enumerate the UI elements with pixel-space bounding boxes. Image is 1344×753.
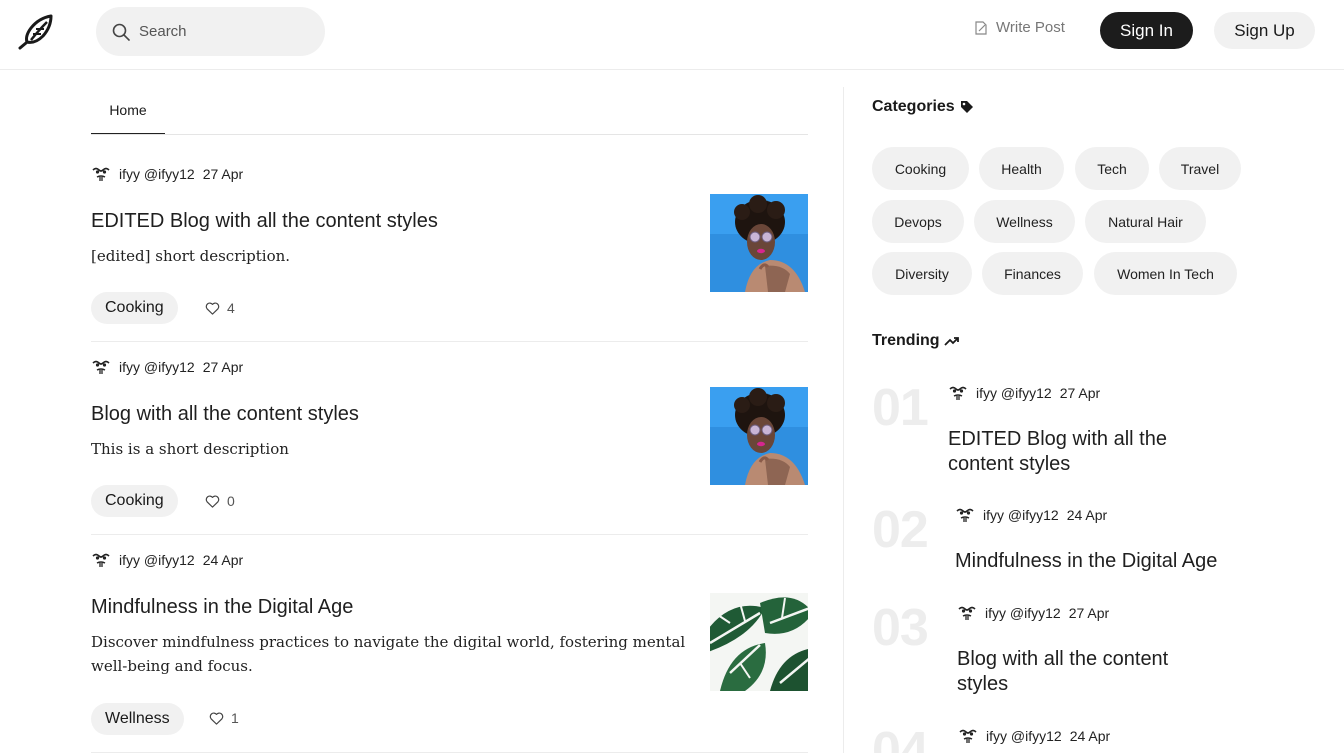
trending-number: 01 xyxy=(872,379,929,437)
trending-author[interactable]: ifyy @ifyy12 xyxy=(985,605,1061,621)
like-count: 1 xyxy=(231,710,239,726)
trending-title[interactable]: Mindfulness in the Digital Age xyxy=(955,549,1255,574)
post-title[interactable]: Mindfulness in the Digital Age xyxy=(91,596,353,619)
avatar-icon xyxy=(955,505,975,525)
heart-icon xyxy=(209,711,224,726)
trending-title[interactable]: Blog with all the content styles xyxy=(957,647,1217,697)
trending-date: 24 Apr xyxy=(1069,728,1111,744)
tab-home[interactable]: Home xyxy=(91,90,165,134)
trending-meta: ifyy @ifyy12 24 Apr xyxy=(958,726,1110,746)
post-thumbnail[interactable] xyxy=(710,194,808,292)
category-pill[interactable]: Natural Hair xyxy=(1085,200,1206,243)
avatar-icon xyxy=(958,726,978,746)
post-thumbnail[interactable] xyxy=(710,387,808,485)
post-title[interactable]: EDITED Blog with all the content styles xyxy=(91,210,438,233)
post-date: 27 Apr xyxy=(202,359,244,375)
feather-logo-icon[interactable] xyxy=(17,12,57,50)
like-button[interactable]: 4 xyxy=(205,300,235,316)
post-meta: ifyy @ifyy12 24 Apr xyxy=(91,550,243,570)
feed-tabs: Home xyxy=(91,90,808,135)
post-author[interactable]: ifyy @ifyy12 xyxy=(119,359,195,375)
sign-in-button[interactable]: Sign In xyxy=(1100,12,1193,49)
post-author[interactable]: ifyy @ifyy12 xyxy=(119,166,195,182)
like-count: 0 xyxy=(227,493,235,509)
search-icon xyxy=(112,23,130,41)
post-meta: ifyy @ifyy12 27 Apr xyxy=(91,357,243,377)
trending-meta: ifyy @ifyy12 27 Apr xyxy=(957,603,1109,623)
avatar-icon xyxy=(91,357,111,377)
category-pill[interactable]: Devops xyxy=(872,200,964,243)
avatar-icon xyxy=(91,164,111,184)
category-pill[interactable]: Health xyxy=(979,147,1064,190)
post-card: ifyy @ifyy12 27 Apr Blog with all the co… xyxy=(91,342,808,535)
like-count: 4 xyxy=(227,300,235,316)
categories-heading: Categories xyxy=(872,98,975,116)
trending-number: 03 xyxy=(872,599,929,657)
write-post-label: Write Post xyxy=(996,19,1065,36)
post-tag[interactable]: Cooking xyxy=(91,485,178,517)
trending-number: 04 xyxy=(872,722,929,753)
trending-author[interactable]: ifyy @ifyy12 xyxy=(976,385,1052,401)
post-card: ifyy @ifyy12 27 Apr EDITED Blog with all… xyxy=(91,149,808,342)
heart-icon xyxy=(205,494,220,509)
trending-date: 27 Apr xyxy=(1059,385,1101,401)
category-pill[interactable]: Women In Tech xyxy=(1094,252,1237,295)
post-author[interactable]: ifyy @ifyy12 xyxy=(119,552,195,568)
like-button[interactable]: 1 xyxy=(209,710,239,726)
trending-date: 27 Apr xyxy=(1068,605,1110,621)
heart-icon xyxy=(205,301,220,316)
search-input[interactable] xyxy=(139,23,309,40)
tag-icon xyxy=(960,101,973,113)
post-description: This is a short description xyxy=(91,440,289,458)
like-button[interactable]: 0 xyxy=(205,493,235,509)
category-pill[interactable]: Finances xyxy=(982,252,1083,295)
post-tag[interactable]: Cooking xyxy=(91,292,178,324)
trending-meta: ifyy @ifyy12 24 Apr xyxy=(955,505,1107,525)
post-meta: ifyy @ifyy12 27 Apr xyxy=(91,164,243,184)
post-date: 24 Apr xyxy=(202,552,244,568)
trending-author[interactable]: ifyy @ifyy12 xyxy=(986,728,1062,744)
avatar-icon xyxy=(948,383,968,403)
post-description: Discover mindfulness practices to naviga… xyxy=(91,633,686,675)
trending-author[interactable]: ifyy @ifyy12 xyxy=(983,507,1059,523)
write-icon xyxy=(975,20,987,35)
category-pill[interactable]: Wellness xyxy=(974,200,1075,243)
avatar-icon xyxy=(91,550,111,570)
post-date: 27 Apr xyxy=(202,166,244,182)
category-pill[interactable]: Travel xyxy=(1159,147,1241,190)
trending-number: 02 xyxy=(872,501,929,559)
trending-meta: ifyy @ifyy12 27 Apr xyxy=(948,383,1100,403)
categories-title: Categories xyxy=(872,98,955,115)
post-card: ifyy @ifyy12 24 Apr Mindfulness in the D… xyxy=(91,535,808,753)
category-pill[interactable]: Cooking xyxy=(872,147,969,190)
trending-date: 24 Apr xyxy=(1066,507,1108,523)
category-pill[interactable]: Tech xyxy=(1075,147,1149,190)
category-pill[interactable]: Diversity xyxy=(872,252,972,295)
post-thumbnail[interactable] xyxy=(710,593,808,691)
trending-title[interactable]: EDITED Blog with all the content styles xyxy=(948,427,1208,477)
post-tag[interactable]: Wellness xyxy=(91,703,184,735)
write-post-link[interactable]: Write Post xyxy=(973,19,1065,36)
post-title[interactable]: Blog with all the content styles xyxy=(91,403,359,426)
sidebar-divider xyxy=(843,87,844,753)
top-header: Write Post Sign In Sign Up xyxy=(0,0,1344,70)
avatar-icon xyxy=(957,603,977,623)
sign-up-button[interactable]: Sign Up xyxy=(1214,12,1315,49)
trending-title: Trending xyxy=(872,332,940,349)
trending-heading: Trending xyxy=(872,332,960,350)
trending-up-icon xyxy=(943,337,959,346)
post-description: [edited] short description. xyxy=(91,247,291,265)
search-bar[interactable] xyxy=(96,7,325,56)
